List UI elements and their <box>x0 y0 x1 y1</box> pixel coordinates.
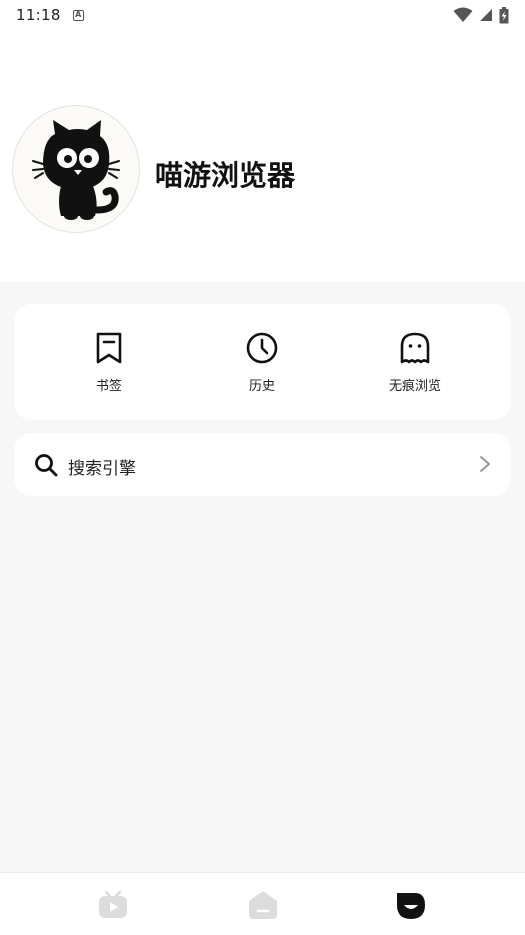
a-letter-icon: A <box>72 9 84 21</box>
bookmarks-button[interactable]: 书签 <box>49 304 169 420</box>
search-engine-label: 搜索引擎 <box>68 459 136 479</box>
status-left: 11:18 A <box>16 6 84 24</box>
incognito-button[interactable]: 无痕浏览 <box>355 304 475 420</box>
quick-actions-card: 书签 历史 无痕浏览 <box>14 304 511 420</box>
incognito-label: 无痕浏览 <box>388 379 441 394</box>
black-cat-icon[interactable] <box>12 105 140 233</box>
screen: 11:18 A 喵游浏览器 书签 历史 无痕浏览 搜索引擎 <box>0 0 525 935</box>
status-time: 11:18 <box>16 6 61 24</box>
history-button[interactable]: 历史 <box>202 304 322 420</box>
bookmarks-label: 书签 <box>95 379 122 394</box>
profile-header: 喵游浏览器 <box>0 30 525 282</box>
status-right <box>453 6 509 24</box>
clock-icon <box>246 332 278 364</box>
battery-charging-icon <box>499 6 509 23</box>
search-icon <box>35 454 58 477</box>
video-tv-icon[interactable] <box>97 889 129 921</box>
wifi-icon <box>453 7 473 22</box>
history-label: 历史 <box>248 379 275 394</box>
bottom-nav <box>0 872 525 935</box>
bookmark-icon <box>96 332 122 364</box>
status-bar: 11:18 A <box>0 0 525 30</box>
profile-face-icon[interactable] <box>395 889 427 921</box>
ghost-icon <box>400 332 430 364</box>
signal-icon <box>480 9 492 21</box>
search-engine-row[interactable]: 搜索引擎 <box>14 433 511 496</box>
chevron-right-icon <box>480 456 490 472</box>
app-name: 喵游浏览器 <box>155 159 296 192</box>
home-icon[interactable] <box>247 889 279 921</box>
